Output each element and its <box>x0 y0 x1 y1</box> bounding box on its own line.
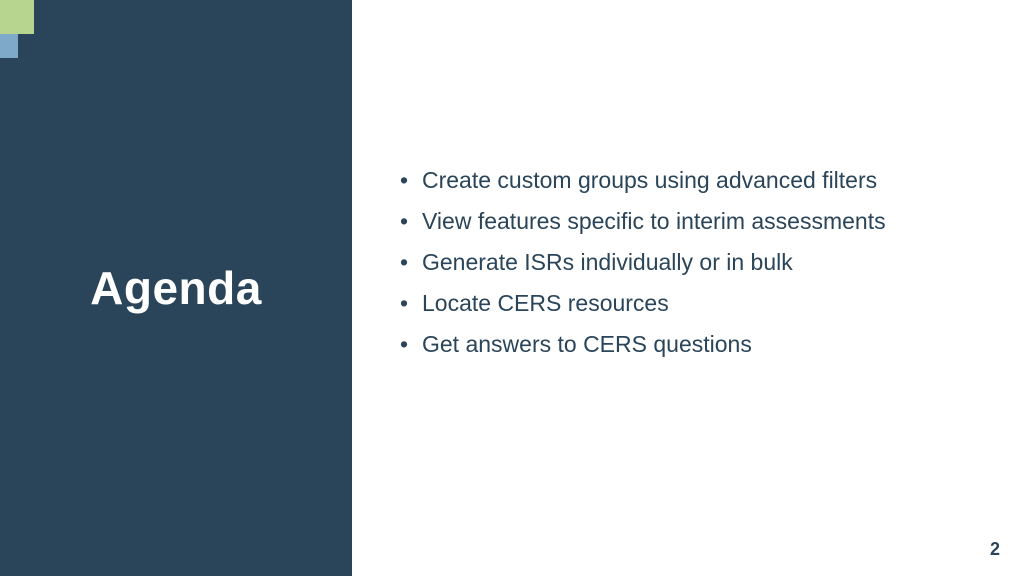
bullet-item: Get answers to CERS questions <box>398 324 994 365</box>
bullet-item: Generate ISRs individually or in bulk <box>398 242 994 283</box>
accent-square-blue <box>0 34 18 58</box>
page-number: 2 <box>990 539 1000 560</box>
bullet-item: Create custom groups using advanced filt… <box>398 160 994 201</box>
bullet-item: Locate CERS resources <box>398 283 994 324</box>
bullet-item: View features specific to interim assess… <box>398 201 994 242</box>
left-panel: Agenda <box>0 0 352 576</box>
slide-title: Agenda <box>90 261 262 315</box>
bullet-list: Create custom groups using advanced filt… <box>398 160 994 365</box>
accent-square-green <box>0 0 34 34</box>
right-panel: Create custom groups using advanced filt… <box>352 0 1024 576</box>
slide: Agenda Create custom groups using advanc… <box>0 0 1024 576</box>
